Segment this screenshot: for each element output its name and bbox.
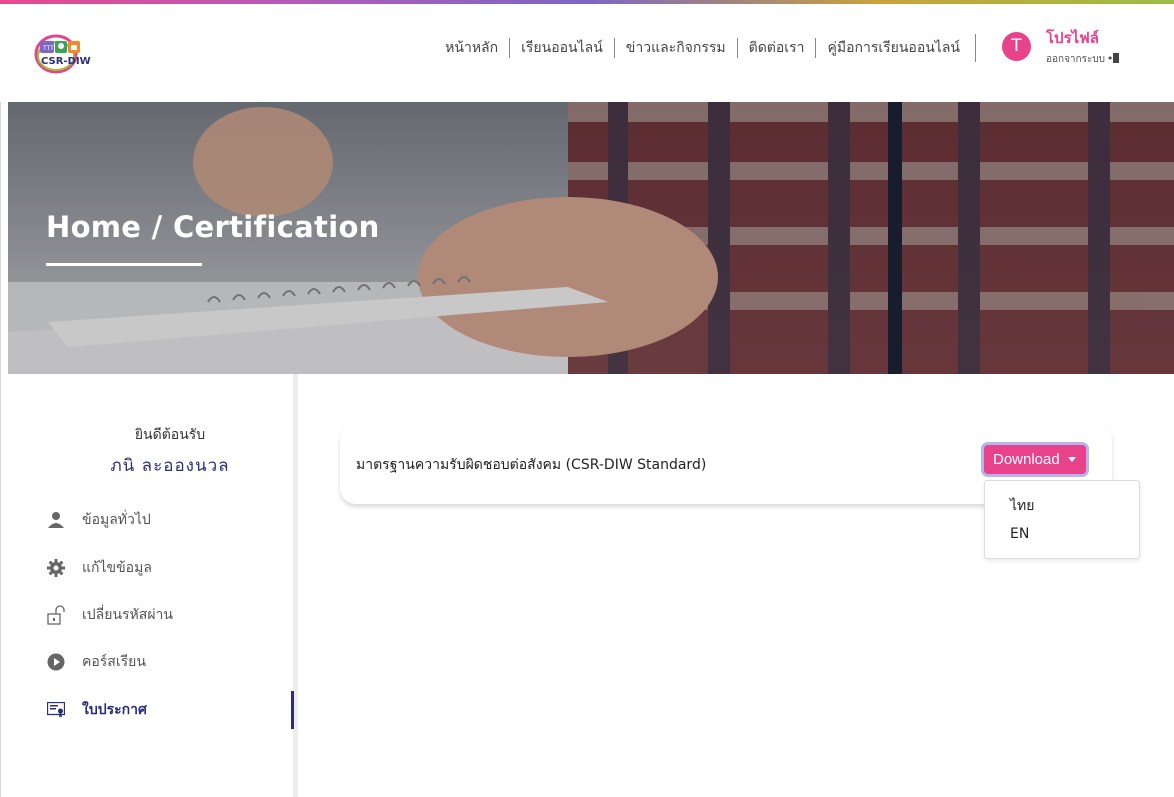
sidebar-item-label: ข้อมูลทั่วไป <box>82 512 151 528</box>
sidebar-item-edit-info[interactable]: แก้ไขข้อมูล <box>46 556 276 580</box>
play-icon <box>46 652 66 672</box>
nav-separator <box>975 34 976 62</box>
nav-online-learning[interactable]: เรียนออนไลน์ <box>509 38 614 58</box>
page-title-breadcrumb: Home / Certification <box>46 210 380 244</box>
csr-diw-logo[interactable]: TTT CSR-DIW <box>32 30 120 78</box>
certificate-title: มาตรฐานความรับผิดชอบต่อสังคม (CSR-DIW St… <box>356 457 707 473</box>
nav-home[interactable]: หน้าหลัก <box>434 38 509 58</box>
sidebar: ยินดีต้อนรับ ภนิ ละอองนวล ข้อมูลทั่วไป แ… <box>0 374 298 797</box>
sidebar-divider <box>293 374 298 797</box>
svg-text:CSR-DIW: CSR-DIW <box>41 56 91 67</box>
profile-link[interactable]: โปรไฟล์ <box>1046 26 1099 50</box>
sidebar-item-label: ใบประกาศ <box>82 702 147 718</box>
sidebar-item-label: คอร์สเรียน <box>82 654 146 670</box>
logout-icon <box>1108 52 1120 67</box>
sidebar-item-label: แก้ไขข้อมูล <box>82 560 152 576</box>
caret-down-icon <box>1067 457 1076 462</box>
user-icon <box>46 510 66 530</box>
nav-learning-manual[interactable]: คู่มือการเรียนออนไลน์ <box>815 38 971 58</box>
active-item-indicator <box>291 691 294 729</box>
svg-text:TTT: TTT <box>42 45 54 52</box>
title-underline <box>46 263 202 266</box>
sidebar-item-label: เปลี่ยนรหัสผ่าน <box>82 607 173 623</box>
download-option-thai[interactable]: ไทย <box>1010 495 1034 517</box>
nav-contact[interactable]: ติดต่อเรา <box>736 38 816 58</box>
profile-area: T โปรไฟล์ ออกจากระบบ <box>1002 26 1162 72</box>
nav-news-activities[interactable]: ข่าวและกิจกรรม <box>613 38 737 58</box>
sidebar-item-courses[interactable]: คอร์สเรียน <box>46 650 276 674</box>
download-option-en[interactable]: EN <box>1010 526 1029 542</box>
welcome-text: ยินดีต้อนรับ <box>134 427 206 443</box>
download-button[interactable]: Download <box>984 445 1086 474</box>
certificate-icon <box>46 700 66 720</box>
logout-label: ออกจากระบบ <box>1046 54 1106 65</box>
user-name: ภนิ ละอองนวล <box>110 456 230 476</box>
hero-banner: Home / Certification <box>8 102 1174 374</box>
download-dropdown-menu: ไทย EN <box>984 480 1140 559</box>
download-label: Download <box>993 451 1060 468</box>
sidebar-item-general-info[interactable]: ข้อมูลทั่วไป <box>46 508 276 532</box>
header: TTT CSR-DIW หน้าหลัก เรียนออนไลน์ ข่าวแล… <box>0 4 1174 102</box>
main-nav: หน้าหลัก เรียนออนไลน์ ข่าวและกิจกรรม ติด… <box>434 34 976 62</box>
sidebar-item-change-password[interactable]: เปลี่ยนรหัสผ่าน <box>46 603 276 627</box>
logout-link[interactable]: ออกจากระบบ <box>1046 52 1120 67</box>
gear-icon <box>46 558 66 578</box>
sidebar-item-certificates[interactable]: ใบประกาศ <box>46 698 276 722</box>
avatar[interactable]: T <box>1002 32 1031 61</box>
unlock-icon <box>46 605 66 625</box>
